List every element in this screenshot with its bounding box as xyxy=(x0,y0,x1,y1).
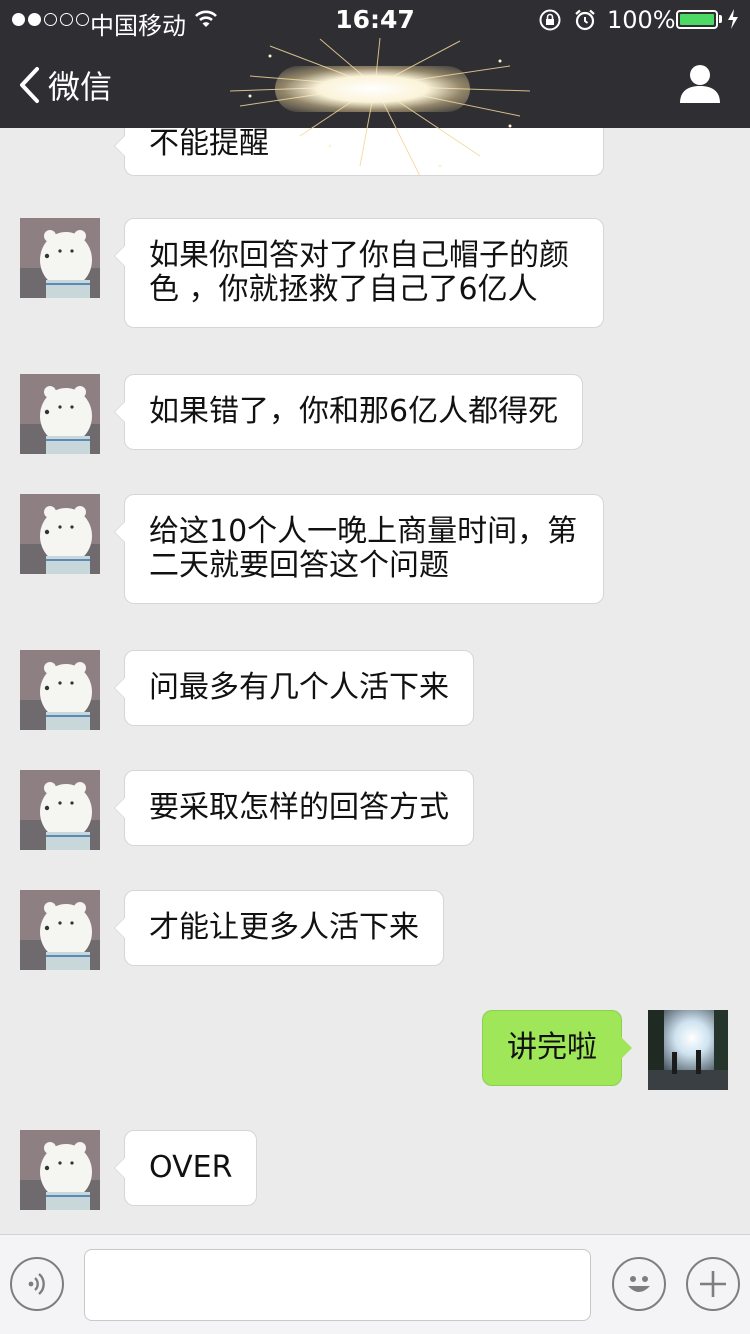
more-button[interactable] xyxy=(686,1257,740,1311)
voice-button[interactable] xyxy=(10,1257,64,1311)
profile-icon[interactable] xyxy=(678,64,722,104)
message-bubble[interactable]: 要采取怎样的回答方式 xyxy=(114,770,474,846)
chevron-left-icon xyxy=(20,67,39,103)
top-bar: 中国移动 16:47 100% 微信 xyxy=(0,0,750,177)
message-bubble[interactable]: 给这10个人一晚上商量时间，第二天就要回答这个问题 xyxy=(114,494,604,604)
message-bubble[interactable]: 如果你回答对了你自己帽子的颜色 ，你就拯救了自己了6亿人 xyxy=(114,218,604,328)
message-bubble[interactable]: 如果错了，你和那6亿人都得死 xyxy=(113,374,584,450)
plus-icon xyxy=(700,1271,726,1297)
input-bar xyxy=(0,1234,750,1334)
status-bar: 中国移动 16:47 100% xyxy=(0,0,750,40)
battery-icon xyxy=(676,10,718,29)
message-input[interactable] xyxy=(84,1249,591,1321)
charging-icon xyxy=(728,9,738,29)
chat-title xyxy=(275,66,470,112)
avatar-self[interactable] xyxy=(648,1010,728,1090)
emoji-button[interactable] xyxy=(612,1257,666,1311)
voice-icon xyxy=(28,1273,45,1295)
message-bubble-self[interactable]: 讲完啦 xyxy=(482,1010,632,1086)
alarm-icon xyxy=(575,9,595,31)
chat-area[interactable]: 不能提醒 如果你回答对了你自己帽子的颜色 ，你就拯救了自己了6亿人 如果错了，你… xyxy=(0,128,750,1234)
message-bubble[interactable]: OVER xyxy=(113,1130,258,1206)
back-label: 微信 xyxy=(48,68,113,106)
avatar-contact[interactable] xyxy=(20,1130,100,1210)
avatar-contact[interactable] xyxy=(20,650,100,730)
avatar-contact[interactable] xyxy=(20,218,100,298)
message-bubble[interactable]: 问最多有几个人活下来 xyxy=(114,650,474,726)
battery-percent: 100% xyxy=(607,6,676,34)
avatar-contact[interactable] xyxy=(20,494,100,574)
message-bubble[interactable]: 才能让更多人活下来 xyxy=(114,890,444,966)
smiley-icon xyxy=(628,1276,650,1292)
back-button[interactable]: 微信 xyxy=(18,62,112,108)
rotation-lock-icon xyxy=(539,9,561,31)
avatar-contact[interactable] xyxy=(20,770,100,850)
avatar-contact[interactable] xyxy=(20,890,100,970)
avatar-contact[interactable] xyxy=(20,374,100,454)
